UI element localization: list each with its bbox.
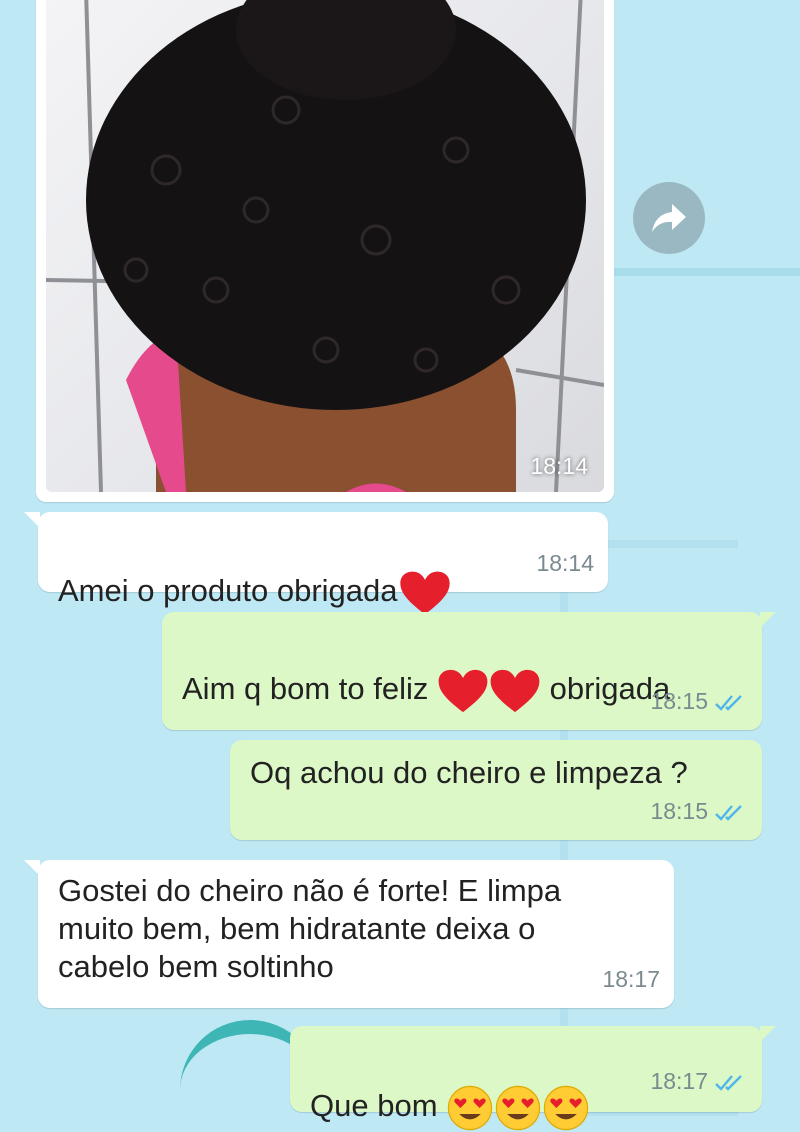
message-meta: 18:15 bbox=[650, 682, 744, 720]
message-text: Gostei do cheiro não é forte! E limpa mu… bbox=[58, 873, 562, 984]
message-body: Aim q bom to feliz obrigada bbox=[182, 630, 670, 714]
message-body: Que bom bbox=[310, 1046, 590, 1132]
message-text: Que bom bbox=[310, 1088, 447, 1124]
message-time: 18:15 bbox=[650, 798, 708, 824]
message-time: 18:14 bbox=[530, 453, 588, 479]
message-time: 18:14 bbox=[536, 550, 594, 576]
incoming-message[interactable]: Gostei do cheiro não é forte! E limpa mu… bbox=[24, 860, 674, 1008]
message-text: Aim q bom to feliz bbox=[182, 671, 437, 707]
message-time: 18:15 bbox=[650, 688, 708, 714]
red-heart-emoji bbox=[438, 669, 488, 713]
heart-eyes-emoji bbox=[447, 1085, 493, 1131]
heart-eyes-emoji bbox=[495, 1085, 541, 1131]
outgoing-message[interactable]: Que bom 18:17 bbox=[290, 1026, 776, 1131]
message-time: 18:17 bbox=[602, 966, 660, 992]
forward-arrow-icon bbox=[652, 204, 686, 232]
red-heart-emoji bbox=[490, 669, 540, 713]
message-text: Oq achou do cheiro e limpeza ? bbox=[250, 755, 688, 790]
message-time: 18:17 bbox=[650, 1068, 708, 1094]
forward-button[interactable] bbox=[633, 182, 705, 254]
hair-photo[interactable]: 18:14 bbox=[46, 0, 604, 492]
outgoing-message[interactable]: Oq achou do cheiro e limpeza ? 18:15 bbox=[230, 740, 762, 840]
outgoing-message[interactable]: Aim q bom to feliz obrigada 18:15 bbox=[162, 612, 776, 730]
hair-photo-image bbox=[46, 0, 604, 492]
wallpaper-doodle bbox=[614, 268, 800, 276]
message-body: Amei o produto obrigada bbox=[58, 532, 452, 616]
heart-eyes-emoji bbox=[543, 1085, 589, 1131]
message-text: Amei o produto obrigada bbox=[58, 573, 398, 609]
message-meta: 18:15 bbox=[650, 792, 744, 830]
incoming-message[interactable]: Amei o produto obrigada 18:14 bbox=[24, 512, 608, 615]
photo-message-bubble[interactable]: 18:14 bbox=[36, 0, 614, 502]
double-check-icon bbox=[715, 805, 742, 821]
double-check-icon bbox=[715, 1075, 742, 1091]
red-heart-emoji bbox=[399, 571, 450, 615]
message-meta: 18:17 bbox=[650, 1062, 744, 1100]
double-check-icon bbox=[715, 695, 742, 711]
